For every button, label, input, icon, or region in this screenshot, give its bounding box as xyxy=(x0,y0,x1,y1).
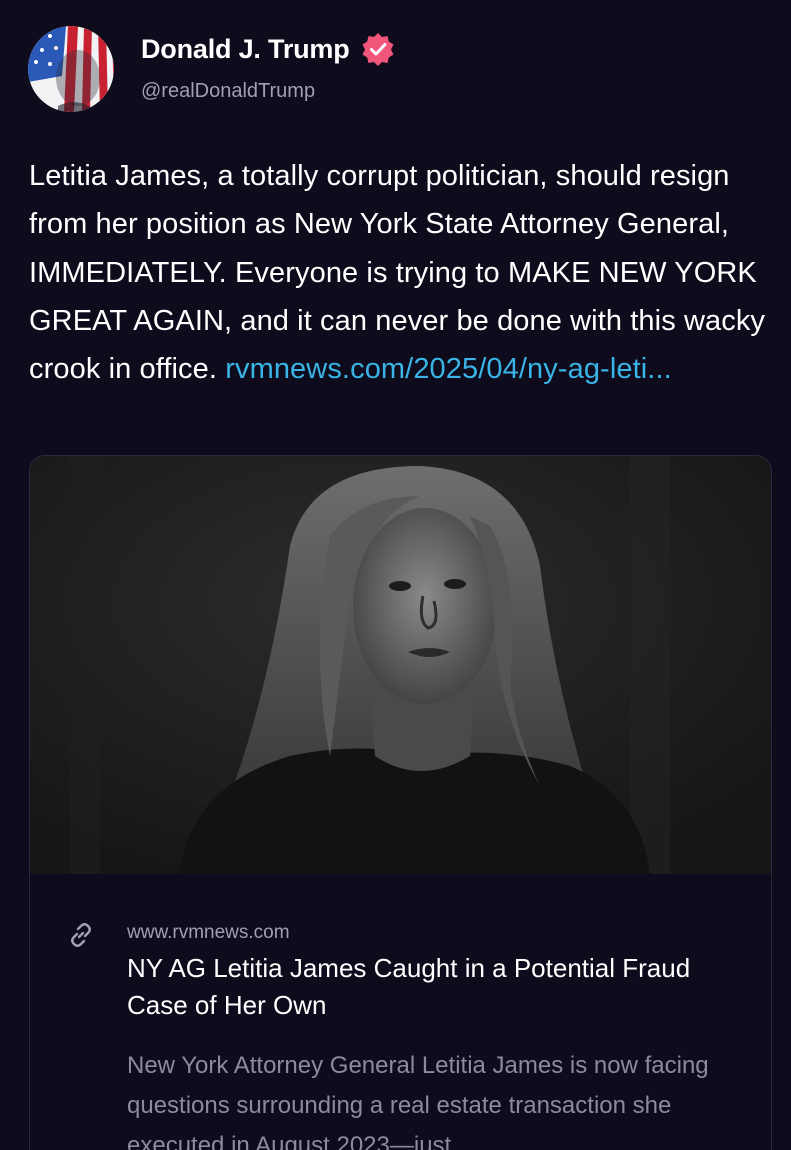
author-names: Donald J. Trump @realDonaldTrump xyxy=(141,31,396,103)
link-card-domain: www.rvmnews.com xyxy=(127,922,290,943)
post-body: Letitia James, a totally corrupt politic… xyxy=(29,160,766,386)
post-text: Letitia James, a totally corrupt politic… xyxy=(29,152,779,393)
avatar[interactable] xyxy=(28,26,114,112)
author-handle[interactable]: @realDonaldTrump xyxy=(141,80,396,103)
link-card-image xyxy=(30,456,771,874)
link-card[interactable]: www.rvmnews.com NY AG Letitia James Caug… xyxy=(29,455,772,1150)
link-card-title[interactable]: NY AG Letitia James Caught in a Potentia… xyxy=(127,950,727,1024)
verified-badge-icon xyxy=(360,31,396,67)
link-icon xyxy=(66,920,96,950)
display-name[interactable]: Donald J. Trump xyxy=(141,34,350,65)
post-header: Donald J. Trump @realDonaldTrump xyxy=(28,26,396,112)
post-view: Donald J. Trump @realDonaldTrump Letitia… xyxy=(0,0,791,1150)
link-card-description: New York Attorney General Letitia James … xyxy=(127,1052,709,1150)
post-link[interactable]: rvmnews.com/2025/04/ny-ag-leti... xyxy=(225,353,672,385)
name-row: Donald J. Trump xyxy=(141,31,396,67)
